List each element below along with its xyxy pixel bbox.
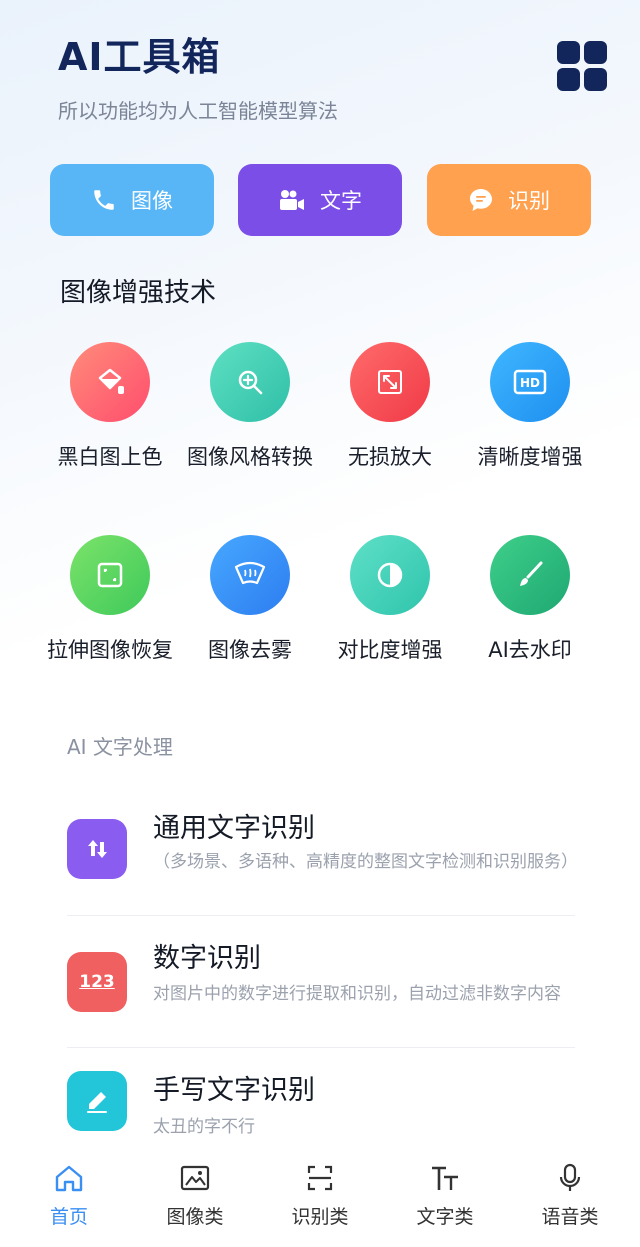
list-item-title: 手写文字识别	[153, 1075, 315, 1106]
tool-contrast[interactable]: 对比度增强	[320, 535, 460, 665]
video-camera-icon	[278, 188, 306, 212]
svg-text:HD: HD	[520, 376, 540, 390]
divider	[67, 1047, 575, 1048]
quick-button-recognize[interactable]: 识别	[427, 164, 591, 236]
quick-actions: 图像 文字 识别	[50, 164, 591, 236]
sort-arrows-icon	[67, 819, 127, 879]
text-size-icon	[381, 1160, 509, 1196]
tool-style-transfer[interactable]: 图像风格转换	[180, 342, 320, 472]
nav-label: 首页	[49, 1206, 88, 1228]
tool-label: 黑白图上色	[57, 445, 163, 469]
tool-stretch-restore[interactable]: 拉伸图像恢复	[40, 535, 180, 665]
home-icon	[5, 1160, 133, 1196]
tool-label: 图像风格转换	[187, 445, 313, 469]
grid-menu-icon[interactable]	[557, 41, 607, 91]
microphone-icon	[506, 1160, 634, 1196]
list-item-desc: （多场景、多语种、高精度的整图文字检测和识别服务）	[153, 852, 578, 872]
divider	[67, 915, 575, 916]
nav-item-recognize[interactable]: 识别类	[256, 1160, 384, 1229]
zoom-in-icon	[210, 342, 290, 422]
tool-label: 对比度增强	[337, 638, 443, 662]
number-icon-text: 123	[79, 972, 115, 992]
tool-defog[interactable]: 图像去雾	[180, 535, 320, 665]
quick-button-image[interactable]: 图像	[50, 164, 214, 236]
tool-label: 清晰度增强	[477, 445, 583, 469]
tool-lossless-upscale[interactable]: 无损放大	[320, 342, 460, 472]
paint-bucket-icon	[70, 342, 150, 422]
expand-icon	[350, 342, 430, 422]
bottom-nav: 首页 图像类 识别类 文字类 语音类	[0, 1150, 640, 1247]
nav-label: 图像类	[166, 1206, 224, 1228]
quick-button-label: 图像	[131, 189, 173, 213]
app-title: AI工具箱	[58, 35, 221, 79]
defog-icon	[210, 535, 290, 615]
text-section-title: AI 文字处理	[67, 735, 173, 759]
chat-bubble-icon	[468, 187, 494, 213]
tool-label: AI去水印	[488, 638, 572, 662]
nav-item-voice[interactable]: 语音类	[506, 1160, 634, 1229]
list-item-desc: 对图片中的数字进行提取和识别，自动过滤非数字内容	[153, 984, 561, 1004]
quick-button-label: 识别	[508, 189, 550, 213]
number-icon: 123	[67, 952, 127, 1012]
brush-icon	[490, 535, 570, 615]
tool-label: 拉伸图像恢复	[47, 638, 173, 662]
header: AI工具箱 所以功能均为人工智能模型算法	[58, 26, 338, 124]
crop-frame-icon	[70, 535, 150, 615]
nav-item-text[interactable]: 文字类	[381, 1160, 509, 1229]
list-item-title: 数字识别	[153, 943, 261, 974]
nav-item-home[interactable]: 首页	[5, 1160, 133, 1229]
tool-label: 无损放大	[348, 445, 432, 469]
tool-label: 图像去雾	[208, 638, 292, 662]
nav-label: 文字类	[416, 1206, 474, 1228]
nav-label: 语音类	[541, 1206, 599, 1228]
list-item-desc: 太丑的字不行	[153, 1117, 255, 1137]
scan-icon	[256, 1160, 384, 1196]
image-icon	[131, 1160, 259, 1196]
tool-sharpness[interactable]: HD 清晰度增强	[460, 342, 600, 472]
quick-button-text[interactable]: 文字	[238, 164, 402, 236]
tool-remove-watermark[interactable]: AI去水印	[460, 535, 600, 665]
contrast-icon	[350, 535, 430, 615]
nav-label: 识别类	[291, 1206, 349, 1228]
tool-colorize[interactable]: 黑白图上色	[40, 342, 180, 472]
list-item-title: 通用文字识别	[153, 813, 315, 844]
pen-icon	[67, 1071, 127, 1131]
hd-icon: HD	[490, 342, 570, 422]
quick-button-label: 文字	[320, 189, 362, 213]
phone-icon	[91, 187, 117, 213]
nav-item-image[interactable]: 图像类	[131, 1160, 259, 1229]
image-section-title: 图像增强技术	[60, 278, 217, 308]
app-subtitle: 所以功能均为人工智能模型算法	[58, 99, 338, 123]
